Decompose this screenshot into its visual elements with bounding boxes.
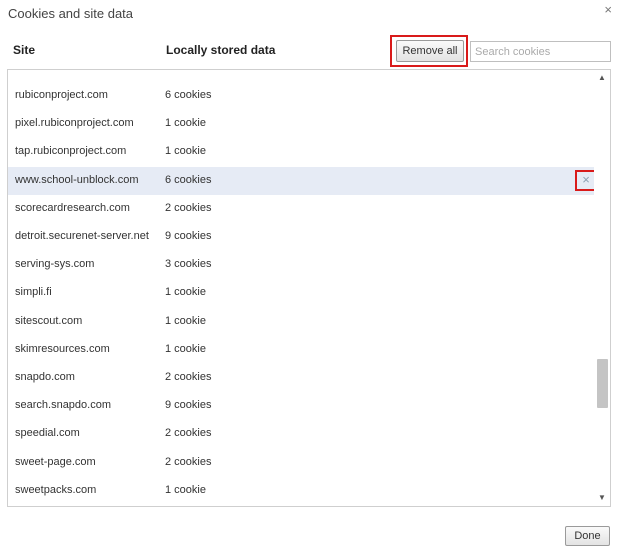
dialog-title: Cookies and site data <box>8 6 134 21</box>
row-site-name: tap.rubiconproject.com <box>15 145 127 158</box>
row-cookie-count: 9 cookies <box>165 230 212 242</box>
row-site-name: simpli.fi <box>15 286 52 299</box>
data-column-header: Locally stored data <box>166 43 276 57</box>
cookie-row[interactable]: sitescout.com 1 cookie <box>8 308 594 336</box>
cookie-row[interactable]: scorecardresearch.com 2 cookies <box>8 195 594 223</box>
row-cookie-count: 1 cookie <box>165 117 206 130</box>
cookie-row[interactable]: skimresources.com 1 cookie <box>8 336 594 364</box>
cookie-row[interactable]: pixel.rubiconproject.com 1 cookie <box>8 110 594 138</box>
cookie-row[interactable]: detroit.securenet-server.net 9 cookies <box>8 223 594 251</box>
row-site-name: www.school-unblock.com <box>15 173 139 186</box>
row-cookie-count: 2 cookies <box>165 427 212 440</box>
row-cookie-count: 2 cookies <box>165 455 212 468</box>
row-cookie-count: 6 cookies <box>165 173 212 186</box>
remove-all-button[interactable]: Remove all <box>396 40 464 62</box>
delete-row-icon[interactable]: × <box>579 172 593 188</box>
row-site-name: sitescout.com <box>15 314 83 327</box>
site-column-header: Site <box>13 43 36 57</box>
row-cookie-count: 3 cookies <box>165 258 212 271</box>
cookie-row[interactable]: tap.rubiconproject.com 1 cookie <box>8 138 594 166</box>
cookie-row[interactable]: serving-sys.com 3 cookies <box>8 251 594 279</box>
row-cookie-count: 2 cookies <box>165 201 212 214</box>
cookie-row[interactable]: search.snapdo.com 9 cookies <box>8 392 594 420</box>
scroll-thumb[interactable] <box>597 359 608 408</box>
done-button[interactable]: Done <box>565 526 610 546</box>
row-cookie-count: 1 cookie <box>165 342 206 355</box>
row-site-name: scorecardresearch.com <box>15 201 130 214</box>
row-cookie-count: 1 cookie <box>165 145 206 158</box>
cookie-row[interactable]: speedial.com 2 cookies <box>8 420 594 448</box>
cookie-row[interactable]: snapdo.com 2 cookies <box>8 364 594 392</box>
row-site-name: sweetpacks.com <box>15 483 97 496</box>
row-site-name: sweet-page.com <box>15 455 96 468</box>
row-cookie-count: 9 cookies <box>165 399 212 412</box>
row-cookie-count: 6 cookies <box>165 89 212 101</box>
row-site-name: detroit.securenet-server.net <box>15 230 149 242</box>
row-site-name: speedial.com <box>15 427 80 440</box>
row-site-name: pixel.rubiconproject.com <box>15 117 134 130</box>
row-site-name: rubiconproject.com <box>15 89 108 101</box>
row-cookie-count: 2 cookies <box>165 371 212 383</box>
cookie-row[interactable]: rubiconproject.com 6 cookies <box>8 82 594 110</box>
scrollbar[interactable]: ▲ ▼ <box>594 70 610 506</box>
scroll-down-arrow-icon[interactable]: ▼ <box>594 490 610 506</box>
row-site-name: serving-sys.com <box>15 258 95 271</box>
search-cookies-input[interactable] <box>470 41 611 62</box>
scroll-up-arrow-icon[interactable]: ▲ <box>594 70 610 86</box>
row-cookie-count: 1 cookie <box>165 286 206 299</box>
cookie-row[interactable]: www.school-unblock.com 6 cookies × <box>8 166 596 195</box>
cookie-list: rubiconproject.com 6 cookies pixel.rubicon… <box>7 69 611 507</box>
row-site-name: snapdo.com <box>15 371 75 383</box>
cookie-row[interactable]: simpli.fi 1 cookie <box>8 279 594 307</box>
cookie-row[interactable]: sweetpacks.com 1 cookie <box>8 477 594 505</box>
cookie-row[interactable]: sweet-page.com 2 cookies <box>8 449 594 477</box>
row-site-name: skimresources.com <box>15 342 110 355</box>
row-cookie-count: 1 cookie <box>165 483 206 496</box>
row-site-name: search.snapdo.com <box>15 399 111 412</box>
close-icon[interactable]: × <box>604 2 612 18</box>
row-cookie-count: 1 cookie <box>165 314 206 327</box>
